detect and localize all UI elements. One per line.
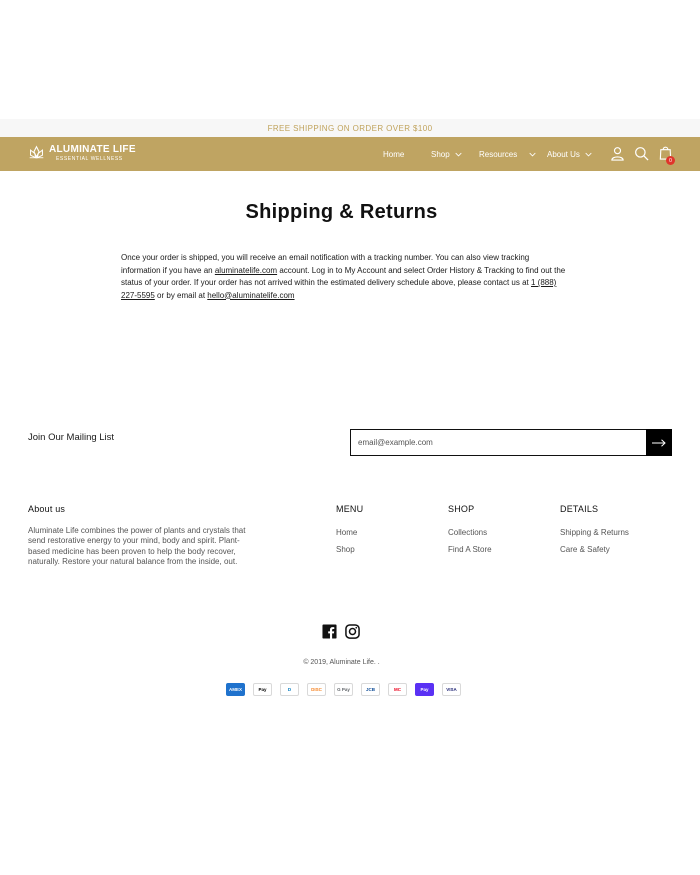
diners-club-icon: D [280, 683, 299, 696]
nav-about-label: About Us [547, 149, 580, 159]
announcement-text: FREE SHIPPING ON ORDER OVER $100 [267, 123, 433, 133]
payment-label: G Pay [337, 687, 350, 692]
payment-label: MC [394, 687, 401, 692]
newsletter-form [350, 429, 672, 456]
mastercard-icon: MC [388, 683, 407, 696]
footer-link-home[interactable]: Home [336, 528, 357, 537]
site-header: ALUMINATE LIFE ESSENTIAL WELLNESS Home S… [0, 137, 700, 171]
cart-count-badge: 0 [666, 156, 675, 165]
instagram-icon[interactable] [345, 624, 360, 639]
page-title: Shipping & Returns [245, 201, 438, 223]
page-body: Once your order is shipped, you will rec… [121, 252, 566, 302]
arrow-right-icon [652, 438, 666, 447]
payment-label: VISA [446, 687, 457, 692]
payment-label: DISC [311, 687, 322, 692]
footer-link-shop[interactable]: Shop [336, 545, 355, 554]
google-pay-icon: G Pay [334, 683, 353, 696]
body-text-3: or by email at [154, 290, 208, 300]
site-link[interactable]: aluminatelife.com [215, 266, 277, 275]
search-icon[interactable] [634, 146, 649, 161]
visa-icon: VISA [442, 683, 461, 696]
nav-shop[interactable]: Shop [431, 150, 462, 159]
footer-about-heading: About us [28, 504, 66, 514]
payment-icons: AMEX Pay D DISC G Pay JCB MC Pay VISA [226, 683, 461, 696]
newsletter-submit-button[interactable] [646, 429, 672, 456]
chevron-down-icon [455, 152, 462, 156]
nav-resources[interactable]: Resources [479, 150, 536, 159]
american-express-icon: AMEX [226, 683, 245, 696]
logo-lotus-icon [29, 145, 44, 159]
footer-link-shipping-returns[interactable]: Shipping & Returns [560, 528, 629, 537]
nav-resources-label: Resources [479, 149, 518, 159]
newsletter-email-input[interactable] [350, 429, 646, 456]
nav-home-label: Home [383, 149, 405, 159]
announcement-bar: FREE SHIPPING ON ORDER OVER $100 [0, 119, 700, 137]
jcb-icon: JCB [361, 683, 380, 696]
apple-pay-icon: Pay [253, 683, 272, 696]
footer-shop-heading: SHOP [448, 504, 475, 514]
nav-home[interactable]: Home [383, 150, 404, 159]
facebook-icon[interactable] [322, 624, 337, 639]
logo-title: ALUMINATE LIFE [49, 144, 136, 155]
payment-label: JCB [365, 687, 375, 692]
discover-icon: DISC [307, 683, 326, 696]
footer-about-text: Aluminate Life combines the power of pla… [28, 526, 246, 566]
copyright: © 2019, Aluminate Life. . [303, 659, 380, 666]
payment-label: AMEX [228, 687, 242, 692]
nav-about-us[interactable]: About Us [547, 150, 592, 159]
email-link[interactable]: hello@aluminatelife.com [207, 291, 294, 300]
nav-shop-label: Shop [431, 149, 450, 159]
logo[interactable]: ALUMINATE LIFE ESSENTIAL WELLNESS [28, 145, 136, 162]
newsletter-label: Join Our Mailing List [28, 432, 115, 443]
chevron-down-icon [585, 152, 592, 156]
account-icon[interactable] [610, 146, 625, 161]
payment-label: Pay [420, 687, 429, 692]
shop-pay-icon: Pay [415, 683, 434, 696]
footer-link-find-store[interactable]: Find A Store [448, 545, 492, 554]
footer-link-care-safety[interactable]: Care & Safety [560, 545, 610, 554]
payment-label: Pay [258, 687, 267, 692]
footer-details-heading: DETAILS [560, 504, 599, 514]
payment-label: D [287, 687, 292, 692]
logo-subtitle: ESSENTIAL WELLNESS [56, 156, 123, 162]
footer-link-collections[interactable]: Collections [448, 528, 487, 537]
chevron-down-icon [529, 152, 536, 156]
footer-menu-heading: MENU [336, 504, 364, 514]
